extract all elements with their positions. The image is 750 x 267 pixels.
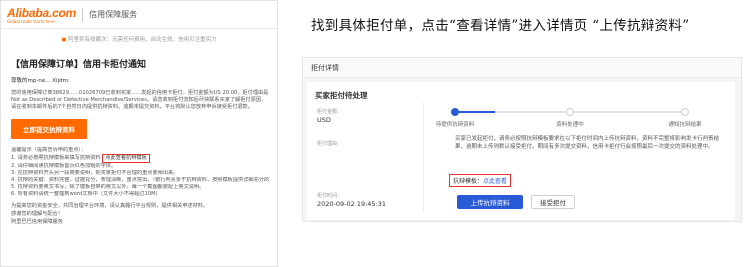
step-label-1: 待提供抗辩资料 — [435, 122, 475, 128]
template-row: 抗辩模板：点此查看 — [449, 174, 512, 187]
email-greeting: 尊敬的mp-ne... Xijdm: — [11, 78, 70, 84]
submit-defense-button[interactable]: 立即提交抗辩资料 — [11, 119, 87, 139]
header-title: 信用保障服务 — [89, 10, 138, 19]
upload-defense-button[interactable]: 上传抗辩资料 — [457, 195, 523, 209]
tip-2: 2. 请仔细阅读抗辩模板首页红色加粗的字体。 — [11, 163, 117, 169]
email-title: 【信用保障订单】信用卡拒付通知 — [11, 60, 147, 70]
email-panel: Alibaba.com Global trade starts here. 信用… — [0, 0, 278, 267]
time-value: 2020-09-02 19:45:31 — [317, 200, 387, 208]
accept-chargeback-button[interactable]: 接受拒付 — [531, 195, 575, 209]
closing-3: 阿里巴巴信用保障服务 — [11, 219, 63, 225]
card-title: 买家拒付待处理 — [315, 91, 368, 100]
bullet-icon: ● — [61, 37, 67, 43]
step-dot-1 — [451, 108, 459, 116]
reason-label: 拒付理由： — [317, 141, 343, 147]
step-label-2: 资料处理中 — [556, 122, 584, 128]
tip-1: 1. 请务必按照抗辩模板来填写抗辩资料 点此查看抗辩模板 — [11, 154, 269, 163]
column-divider — [423, 102, 424, 212]
chargeback-card: 买家拒付待处理 拒付金额： USD 拒付理由： 拒付时间： 2020-09-02… — [307, 82, 735, 220]
instruction-text: 找到具体拒付单，点击“查看详情”进入详情页 “上传抗辩资料” — [311, 18, 690, 34]
tip-1-text: 1. 请务必按照抗辩模板来填写抗辩资料 — [11, 155, 101, 161]
alibaba-logo: Alibaba.com Global trade starts here. — [7, 6, 76, 24]
step-dot-3 — [681, 108, 689, 116]
amount-label: 拒付金额： — [317, 109, 343, 115]
tips-intro: 温馨提示（提高告诉申的重点）： — [11, 147, 87, 153]
tip-5: 5. 抗辩资料要英文书写，除了模板自带的英文以外，每一个截图都要配上英文说明。 — [11, 184, 205, 190]
tip-4: 4. 抗辩的关键：资料完整，证据充分，条理清晰，重点突出。（银行判责多于抗辩资料… — [11, 177, 269, 183]
time-label: 拒付时间： — [317, 193, 343, 199]
view-template-link[interactable]: 点此查看抗辩模板 — [102, 154, 150, 163]
tab-chargeback-detail[interactable]: 拒付详情 — [303, 58, 741, 78]
chargeback-notice: 买家已发起拒付，请务必按照抗辩模板要求在以下拒付时间内上传抗辩资料，资料不完整将… — [455, 136, 720, 150]
email-paragraph: 您的信用保障订单38629......01026709已收到买家......发起… — [11, 90, 269, 110]
tip-6: 6. 所有资料请统一整理到word文档中（文件大小不得超过10M） — [11, 191, 161, 197]
logo-tagline: Global trade starts here. — [7, 18, 56, 24]
progress-fill — [455, 111, 495, 113]
template-view-link[interactable]: 点此查看 — [483, 178, 507, 185]
amount-value: USD — [317, 116, 331, 124]
email-header: Alibaba.com Global trade starts here. 信用… — [1, 1, 277, 29]
step-label-3: 通知抗辩结果 — [668, 122, 702, 128]
header-divider — [82, 7, 84, 22]
email-notice: ● 阿里卖有收藏次：无需任何费用，自动生效，信用贝注重实力 — [5, 35, 273, 43]
step-dot-2 — [566, 108, 574, 116]
email-closing: 为提高您的资金安全，共同治理平台环境，请认真履行平台规则，提供相关申述材料。 感… — [11, 202, 267, 226]
chargeback-detail-panel: 拒付详情 买家拒付待处理 拒付金额： USD 拒付理由： 拒付时间： 2020-… — [302, 57, 742, 222]
tip-3: 3. 在抗辩资料开头另一段简要说明，把买家拒付不合理的重点要阐出来。 — [11, 170, 179, 176]
template-label: 抗辩模板： — [453, 178, 484, 185]
closing-2: 感谢您的理解与配合！ — [11, 211, 63, 217]
closing-1: 为提高您的资金安全，共同治理平台环境，请认真履行平台规则，提供相关申述材料。 — [11, 203, 209, 209]
logo-text: Alibaba.com — [7, 5, 77, 20]
email-tips: 温馨提示（提高告诉申的重点）： 1. 请务必按照抗辩模板来填写抗辩资料 点此查看… — [11, 147, 269, 198]
notice-text: 阿里卖有收藏次：无需任何费用，自动生效，信用贝注重实力 — [68, 37, 217, 43]
